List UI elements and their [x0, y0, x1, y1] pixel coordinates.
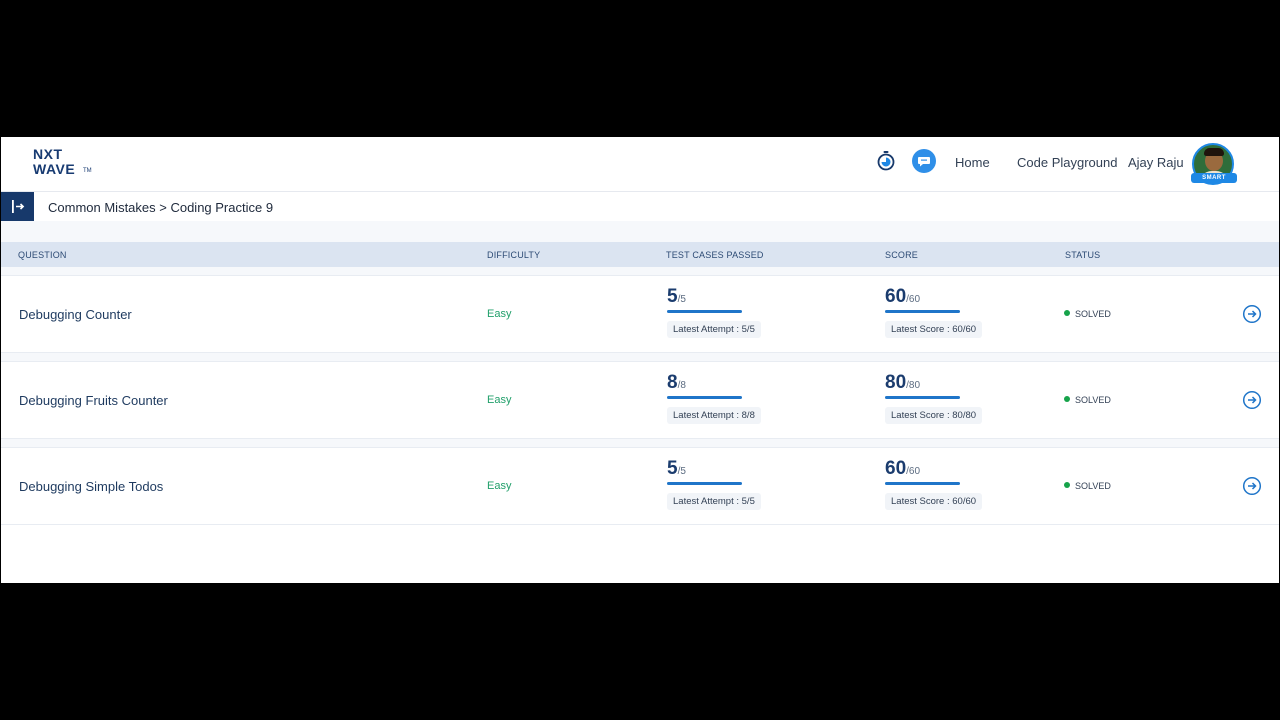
test-cases-metric: 8/8 Latest Attempt : 8/8	[667, 372, 761, 424]
nav-home-link[interactable]: Home	[955, 155, 990, 170]
status-dot	[1064, 310, 1070, 316]
difficulty-label: Easy	[487, 394, 512, 406]
score-metric: 80/80 Latest Score : 80/80	[885, 372, 983, 424]
test-cases-metric: 5/5 Latest Attempt : 5/5	[667, 458, 761, 510]
row-separator	[1, 267, 1279, 275]
column-header-question: QUESTION	[18, 250, 67, 260]
question-title[interactable]: Debugging Fruits Counter	[19, 393, 168, 408]
latest-attempt-chip: Latest Attempt : 5/5	[667, 493, 761, 510]
question-title[interactable]: Debugging Counter	[19, 307, 132, 322]
score-metric: 60/60 Latest Score : 60/60	[885, 458, 983, 510]
tests-progress-bar	[667, 482, 742, 485]
tests-total-value: /5	[677, 466, 686, 477]
breadcrumb[interactable]: Common Mistakes > Coding Practice 9	[48, 200, 273, 215]
sidebar-toggle-button[interactable]	[1, 192, 34, 221]
status-badge: SOLVED	[1064, 481, 1111, 491]
score-value: 60	[885, 458, 907, 479]
score-total-value: /80	[906, 380, 921, 391]
latest-attempt-chip: Latest Attempt : 8/8	[667, 407, 761, 424]
tests-passed-value: 5	[667, 458, 678, 479]
score-value: 80	[885, 372, 907, 393]
tests-progress-bar	[667, 310, 742, 313]
difficulty-label: Easy	[487, 480, 512, 492]
table-row[interactable]: Debugging Fruits Counter Easy 8/8 Latest…	[1, 361, 1279, 439]
tests-passed-value: 5	[667, 286, 678, 307]
score-total-value: /60	[906, 466, 921, 477]
user-name[interactable]: Ajay Raju	[1128, 155, 1184, 170]
score-value: 60	[885, 286, 907, 307]
status-text: SOLVED	[1075, 309, 1111, 319]
avatar-badge: SMART	[1191, 173, 1237, 183]
open-question-button[interactable]	[1242, 390, 1262, 410]
table-header: QUESTION DIFFICULTY TEST CASES PASSED SC…	[1, 242, 1279, 267]
stopwatch-icon[interactable]	[875, 150, 897, 177]
score-progress-bar	[885, 396, 960, 399]
score-metric: 60/60 Latest Score : 60/60	[885, 286, 983, 338]
avatar-hair	[1204, 148, 1224, 156]
tests-passed-value: 8	[667, 372, 678, 393]
breadcrumb-bar: Common Mistakes > Coding Practice 9	[1, 192, 1279, 221]
arrow-right-circle-icon	[1242, 304, 1262, 324]
status-badge: SOLVED	[1064, 395, 1111, 405]
open-question-button[interactable]	[1242, 476, 1262, 496]
test-cases-metric: 5/5 Latest Attempt : 5/5	[667, 286, 761, 338]
column-header-score: SCORE	[885, 250, 919, 260]
question-title[interactable]: Debugging Simple Todos	[19, 479, 163, 494]
status-dot	[1064, 396, 1070, 402]
status-text: SOLVED	[1075, 481, 1111, 491]
nav-code-playground-link[interactable]: Code Playground	[1017, 155, 1117, 170]
table-row[interactable]: Debugging Simple Todos Easy 5/5 Latest A…	[1, 447, 1279, 525]
open-question-button[interactable]	[1242, 304, 1262, 324]
chat-bubble-icon[interactable]	[912, 149, 936, 178]
score-progress-bar	[885, 482, 960, 485]
row-separator	[1, 353, 1279, 361]
logo-text-top: NXT	[33, 146, 63, 162]
nxtwave-logo[interactable]: NXT WAVE TM	[33, 147, 95, 177]
content-gap	[1, 221, 1279, 242]
status-dot	[1064, 482, 1070, 488]
latest-attempt-chip: Latest Attempt : 5/5	[667, 321, 761, 338]
column-header-test-cases: TEST CASES PASSED	[666, 250, 764, 260]
top-header: NXT WAVE TM Home Code Playground Ajay Ra…	[1, 137, 1279, 192]
status-text: SOLVED	[1075, 395, 1111, 405]
score-total-value: /60	[906, 294, 921, 305]
logo-text-bottom: WAVE	[33, 161, 76, 177]
column-header-status: STATUS	[1065, 250, 1101, 260]
latest-score-chip: Latest Score : 60/60	[885, 493, 983, 510]
arrow-right-circle-icon	[1242, 390, 1262, 410]
app-window: NXT WAVE TM Home Code Playground Ajay Ra…	[1, 137, 1279, 583]
tests-total-value: /5	[677, 294, 686, 305]
logo-trademark: TM	[83, 168, 92, 174]
latest-score-chip: Latest Score : 60/60	[885, 321, 983, 338]
score-progress-bar	[885, 310, 960, 313]
row-separator	[1, 439, 1279, 447]
column-header-difficulty: DIFFICULTY	[487, 250, 541, 260]
tests-total-value: /8	[677, 380, 686, 391]
tests-progress-bar	[667, 396, 742, 399]
table-row[interactable]: Debugging Counter Easy 5/5 Latest Attemp…	[1, 275, 1279, 353]
arrow-right-circle-icon	[1242, 476, 1262, 496]
latest-score-chip: Latest Score : 80/80	[885, 407, 983, 424]
difficulty-label: Easy	[487, 308, 512, 320]
status-badge: SOLVED	[1064, 309, 1111, 319]
sidebar-expand-icon	[12, 200, 25, 213]
